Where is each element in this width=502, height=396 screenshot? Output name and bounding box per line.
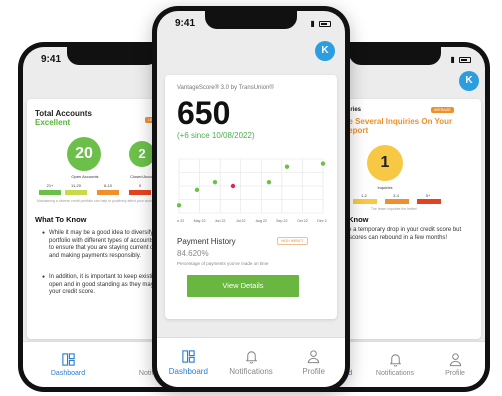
- scale-segment: [97, 190, 119, 195]
- x-tick-label: Sep 22: [276, 219, 287, 223]
- tab-notifications[interactable]: Notifications: [220, 338, 283, 387]
- scale-segment: [417, 199, 441, 204]
- inquiries-label: Inquiries: [377, 185, 393, 190]
- profile-avatar[interactable]: K: [459, 71, 479, 91]
- status-time: 9:41: [175, 18, 196, 29]
- phone-center: 9:41 ▮ K VantageScore® 3.0 by TransUnion…: [152, 6, 350, 392]
- chart-points: [177, 161, 326, 208]
- x-tick-label: Jun 22: [215, 219, 226, 223]
- scale-segment: [39, 190, 61, 195]
- chart-x-ticks: Apr 22 May 22 Jun 22 Jul 22 Aug 22 Sep 22 Oct …: [177, 219, 327, 223]
- total-accounts-title: Total Accounts: [35, 109, 92, 118]
- score-point: [284, 164, 290, 169]
- x-tick-label: Aug 22: [256, 219, 267, 223]
- score-point: [266, 179, 272, 185]
- status-icons: ▮: [450, 55, 471, 64]
- scale-label: 11-20: [71, 183, 81, 188]
- scale-label: 3-4: [393, 193, 399, 198]
- tab-dashboard[interactable]: Dashboard: [23, 342, 113, 387]
- x-tick-label: Jul 22: [236, 219, 246, 223]
- open-accounts-label: Open Accounts: [71, 174, 99, 179]
- score-history-chart: Apr 22 May 22 Jun 22 Jul 22 Aug 22 Sep 22 Oct …: [177, 158, 327, 223]
- scale-label: 6-10: [103, 183, 112, 188]
- profile-avatar[interactable]: K: [315, 41, 335, 61]
- score-point: [177, 203, 182, 208]
- scale-label: 5+: [425, 193, 431, 198]
- tab-notifications-label: Notifications: [229, 367, 273, 376]
- tab-dashboard[interactable]: Dashboard: [157, 338, 220, 387]
- what-to-know-title: What To Know: [35, 215, 87, 224]
- person-icon: [449, 353, 461, 367]
- score-provider-label: VantageScore® 3.0 by TransUnion®: [177, 85, 274, 91]
- signal-icon: ▮: [450, 55, 456, 64]
- score-point: [230, 183, 236, 189]
- score-point: [194, 187, 200, 193]
- score-point: [320, 161, 326, 166]
- tab-profile-label: Profile: [445, 370, 465, 377]
- high-impact-badge: HIGH IMPACT: [277, 237, 308, 245]
- scale-segment: [353, 199, 377, 204]
- tab-profile[interactable]: Profile: [425, 342, 485, 387]
- tab-dashboard-label: Dashboard: [50, 370, 86, 377]
- tab-notifications[interactable]: Notifications: [365, 342, 425, 387]
- dashboard-icon: [61, 353, 75, 366]
- average-badge: AVERAGE: [431, 107, 454, 113]
- open-accounts-count: 20: [75, 145, 93, 162]
- scale-segment: [385, 199, 409, 204]
- tab-profile[interactable]: Profile: [282, 338, 345, 387]
- signal-icon: ▮: [310, 19, 316, 28]
- scale-label: 1-2: [361, 193, 367, 198]
- tab-notifications-label: Notifications: [375, 370, 415, 377]
- x-tick-label: May 22: [194, 219, 206, 223]
- tab-dashboard-label: Dashboard: [168, 367, 208, 376]
- notch: [349, 47, 441, 65]
- closed-accounts-count: 2: [138, 146, 146, 161]
- center-screen: 9:41 ▮ K VantageScore® 3.0 by TransUnion…: [157, 11, 345, 387]
- score-change: (+6 since 10/08/2022): [177, 131, 255, 140]
- payment-history-percent: 84.620%: [177, 249, 209, 258]
- payment-history-description: Percentage of payments you've made on ti…: [177, 261, 269, 266]
- dashboard-icon: [182, 350, 195, 363]
- status-time: 9:41: [41, 54, 62, 65]
- x-tick-label: Apr 22: [177, 219, 184, 223]
- scale-label: 0: [138, 183, 142, 188]
- credit-score-value: 650: [177, 95, 231, 131]
- x-tick-label: Dec 22: [317, 219, 327, 223]
- score-point: [212, 179, 218, 185]
- payment-history-title: Payment History: [177, 237, 236, 246]
- inquiries-note: The fewer inquiries the better!: [370, 207, 418, 211]
- inquiries-count: 1: [380, 154, 390, 171]
- inquiries-circle: 1: [367, 145, 403, 181]
- chart-grid: [178, 158, 324, 214]
- status-icons: ▮: [310, 19, 331, 28]
- tab-profile-label: Profile: [302, 367, 326, 376]
- total-accounts-rating: Excellent: [35, 118, 71, 127]
- notch: [205, 11, 297, 29]
- tab-bar: Dashboard Notifications Profile: [157, 337, 345, 387]
- accounts-note: Maintaining a diverse credit portfolio c…: [37, 199, 155, 203]
- battery-icon: [459, 56, 471, 63]
- open-accounts-circle: 20: [67, 137, 101, 171]
- view-details-button[interactable]: View Details: [187, 275, 299, 297]
- bell-icon: [389, 354, 401, 367]
- scale-segment: [129, 190, 151, 195]
- scale-label: 21+: [46, 183, 54, 188]
- battery-icon: [319, 20, 331, 27]
- notch: [67, 47, 159, 65]
- x-tick-label: Oct 22: [297, 219, 308, 223]
- bell-icon: [245, 351, 257, 364]
- credit-score-card: VantageScore® 3.0 by TransUnion® 650 (+6…: [165, 75, 337, 319]
- scale-segment: [65, 190, 87, 195]
- person-icon: [307, 350, 320, 364]
